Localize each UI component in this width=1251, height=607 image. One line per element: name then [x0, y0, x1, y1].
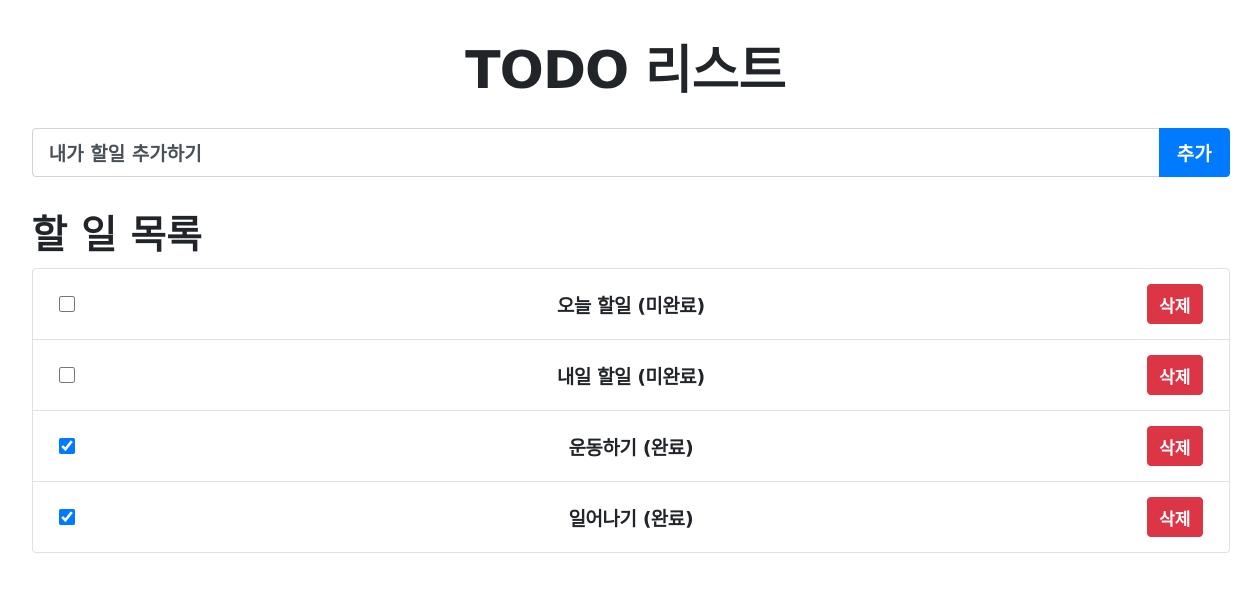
list-item: 운동하기 (완료) 삭제: [33, 411, 1229, 482]
todo-checkbox[interactable]: [59, 438, 75, 454]
add-todo-form: 추가: [32, 128, 1230, 177]
todo-text: 일어나기 (완료): [568, 507, 694, 530]
todo-app: TODO 리스트 추가 할 일 목록 오늘 할일 (미완료) 삭제 내일 할일 …: [0, 0, 1251, 607]
add-button[interactable]: 추가: [1159, 128, 1230, 177]
todo-checkbox[interactable]: [59, 509, 75, 525]
delete-button[interactable]: 삭제: [1147, 497, 1203, 537]
todo-text: 운동하기 (완료): [568, 436, 694, 459]
delete-button[interactable]: 삭제: [1147, 426, 1203, 466]
todo-text: 오늘 할일 (미완료): [557, 294, 705, 317]
page-title: TODO 리스트: [465, 41, 787, 101]
todo-list: 오늘 할일 (미완료) 삭제 내일 할일 (미완료) 삭제 운동하기 (완료) …: [32, 268, 1230, 553]
delete-button[interactable]: 삭제: [1147, 284, 1203, 324]
list-item: 일어나기 (완료) 삭제: [33, 482, 1229, 552]
list-title: 할 일 목록: [32, 213, 203, 258]
todo-input[interactable]: [32, 128, 1159, 177]
todo-checkbox[interactable]: [59, 296, 75, 312]
list-item: 내일 할일 (미완료) 삭제: [33, 340, 1229, 411]
list-item: 오늘 할일 (미완료) 삭제: [33, 269, 1229, 340]
todo-checkbox[interactable]: [59, 367, 75, 383]
todo-text: 내일 할일 (미완료): [557, 365, 705, 388]
delete-button[interactable]: 삭제: [1147, 355, 1203, 395]
